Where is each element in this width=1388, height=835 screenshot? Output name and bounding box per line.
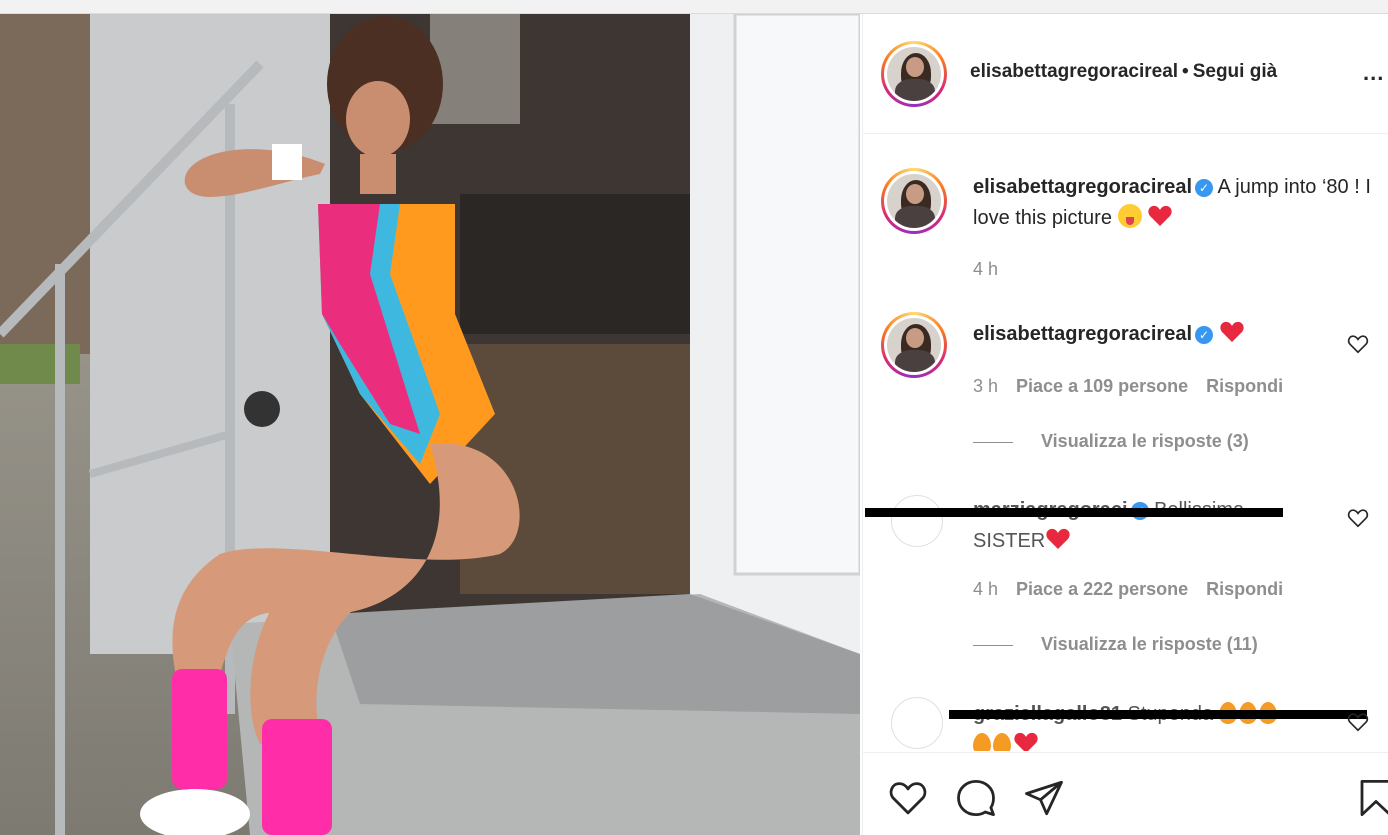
- replies-divider: [973, 644, 1013, 646]
- view-replies-button[interactable]: Visualizza le risposte (11): [973, 634, 1258, 655]
- heart-emoji-icon: [1046, 528, 1070, 549]
- replies-divider: [973, 441, 1013, 443]
- follow-status-button[interactable]: Segui già: [1193, 61, 1277, 82]
- comment-username[interactable]: elisabettagregoracireal: [973, 323, 1192, 345]
- comment-meta: 3 h Piace a 109 persone Rispondi: [973, 376, 1301, 397]
- comment-text-block: graziellagallo81 Stupenda: [973, 699, 1371, 751]
- caption-time[interactable]: 4 h: [973, 259, 998, 279]
- verified-icon: ✓: [1195, 179, 1213, 197]
- like-icon[interactable]: [887, 777, 929, 819]
- comment-time[interactable]: 3 h: [973, 376, 998, 396]
- redaction-bar: [949, 710, 1367, 719]
- header-separator: •: [1182, 61, 1189, 82]
- share-icon[interactable]: [1023, 777, 1065, 819]
- post-side-panel: elisabettagregoracireal • Segui già ... el…: [862, 14, 1388, 835]
- view-replies-label: Visualizza le risposte (11): [1041, 634, 1258, 654]
- heart-emoji-icon: [1014, 732, 1038, 751]
- header-user-line: elisabettagregoracireal • Segui già: [970, 61, 1277, 83]
- browser-top-strip: [0, 0, 1388, 14]
- reply-button[interactable]: Rispondi: [1206, 579, 1283, 599]
- post-actions-bar: [863, 752, 1388, 835]
- comments-list[interactable]: elisabettagregoracireal ✓ A jump into ‘80…: [863, 135, 1388, 751]
- comment-avatar[interactable]: [891, 495, 943, 547]
- comment-avatar[interactable]: [891, 697, 943, 749]
- comment-like-heart-icon[interactable]: [1347, 711, 1369, 733]
- save-icon[interactable]: [1355, 777, 1388, 819]
- caption-avatar[interactable]: [881, 168, 947, 234]
- comment-icon[interactable]: [955, 777, 997, 819]
- comment-like-heart-icon[interactable]: [1347, 333, 1369, 355]
- caption-meta: 4 h: [973, 259, 1016, 280]
- author-avatar[interactable]: [881, 41, 947, 107]
- reply-button[interactable]: Rispondi: [1206, 376, 1283, 396]
- view-replies-button[interactable]: Visualizza le risposte (3): [973, 431, 1249, 452]
- comment-text-block: marziagregoraci✓ Bellissima SISTER: [973, 495, 1371, 557]
- comment-meta: 4 h Piace a 222 persone Rispondi: [973, 579, 1301, 600]
- caption-username[interactable]: elisabettagregoracireal: [973, 176, 1192, 198]
- header-username[interactable]: elisabettagregoracireal: [970, 61, 1178, 82]
- caption-text-block: elisabettagregoracireal ✓ A jump into ‘80…: [973, 172, 1371, 234]
- comment-likes[interactable]: Piace a 222 persone: [1016, 579, 1188, 599]
- tongue-face-emoji-icon: [1117, 204, 1142, 228]
- post-header: elisabettagregoracireal • Segui già ...: [863, 14, 1388, 134]
- heart-emoji-icon: [1148, 205, 1172, 226]
- verified-icon: ✓: [1195, 326, 1213, 344]
- comment-time[interactable]: 4 h: [973, 579, 998, 599]
- fire-emoji-icon: [973, 733, 991, 751]
- heart-emoji-icon: [1219, 321, 1244, 342]
- view-replies-label: Visualizza le risposte (3): [1041, 431, 1249, 451]
- more-options-button[interactable]: ...: [1363, 60, 1384, 86]
- comment-avatar[interactable]: [881, 312, 947, 378]
- fire-emoji-icon: [993, 733, 1011, 751]
- post-image-illustration: [0, 14, 860, 835]
- redaction-bar: [865, 508, 1283, 517]
- comment-text-continued: SISTER: [973, 530, 1046, 552]
- comment-likes[interactable]: Piace a 109 persone: [1016, 376, 1188, 396]
- post-photo[interactable]: [0, 14, 860, 835]
- comment-text-block: elisabettagregoracireal ✓: [973, 319, 1371, 350]
- comment-like-heart-icon[interactable]: [1347, 507, 1369, 529]
